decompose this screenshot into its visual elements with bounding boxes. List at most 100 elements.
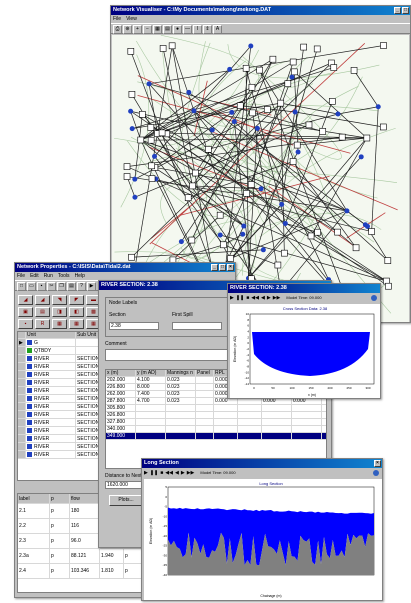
network-node[interactable] bbox=[292, 109, 298, 115]
minimize-button[interactable]: _ bbox=[394, 7, 401, 14]
palette-unit-icon[interactable]: ◤ bbox=[69, 295, 84, 305]
fast-forward-icon[interactable]: ▶▶ bbox=[273, 295, 281, 303]
close-button[interactable]: × bbox=[374, 460, 381, 467]
row-selector[interactable] bbox=[18, 451, 26, 458]
network-node[interactable] bbox=[260, 247, 266, 253]
table-row[interactable]: 349.000 bbox=[106, 433, 326, 440]
table-cell[interactable] bbox=[214, 426, 238, 432]
column-header[interactable]: x (m) bbox=[106, 370, 136, 376]
network-node[interactable] bbox=[158, 129, 166, 137]
network-node[interactable] bbox=[334, 228, 341, 236]
table-cell[interactable]: 4.100 bbox=[136, 377, 166, 383]
network-node[interactable] bbox=[189, 182, 196, 190]
line-icon[interactable]: — bbox=[183, 25, 192, 34]
distance-field[interactable]: 1620.000 bbox=[105, 481, 145, 489]
table-cell[interactable]: 7.400 bbox=[136, 391, 166, 397]
network-node[interactable] bbox=[305, 121, 313, 129]
row-selector[interactable] bbox=[18, 355, 26, 362]
network-node[interactable] bbox=[242, 64, 250, 72]
table-cell[interactable]: 340.000 bbox=[106, 426, 136, 432]
rewind-icon[interactable]: ◀◀ bbox=[251, 295, 259, 303]
table-cell[interactable] bbox=[262, 419, 292, 425]
table-cell[interactable] bbox=[166, 412, 196, 418]
stop-icon[interactable]: ■ bbox=[160, 470, 163, 478]
row-selector[interactable] bbox=[18, 347, 26, 354]
cut-icon[interactable]: ✂ bbox=[47, 282, 56, 291]
text-icon[interactable]: A bbox=[213, 25, 222, 34]
network-node[interactable] bbox=[129, 126, 135, 132]
info-icon[interactable] bbox=[371, 295, 377, 301]
network-node[interactable] bbox=[269, 55, 277, 63]
table-cell[interactable] bbox=[262, 426, 292, 432]
table-cell[interactable]: 0.023 bbox=[166, 391, 196, 397]
row-selector[interactable] bbox=[18, 427, 26, 434]
table-cell[interactable] bbox=[196, 426, 214, 432]
step-back-icon[interactable]: ◀ bbox=[261, 295, 265, 303]
plots-button[interactable]: Plots... bbox=[109, 495, 143, 506]
network-node[interactable] bbox=[277, 99, 285, 107]
network-node[interactable] bbox=[352, 244, 360, 252]
table-cell[interactable] bbox=[238, 426, 262, 432]
network-node[interactable] bbox=[128, 91, 136, 98]
network-node[interactable] bbox=[248, 83, 256, 91]
network-node[interactable] bbox=[209, 127, 215, 133]
grid-icon[interactable]: ▦ bbox=[153, 25, 162, 34]
table-cell[interactable] bbox=[196, 391, 214, 397]
network-node[interactable] bbox=[132, 176, 138, 182]
network-node[interactable] bbox=[139, 111, 146, 118]
table-cell[interactable] bbox=[238, 419, 262, 425]
table-cell[interactable] bbox=[166, 433, 196, 439]
network-node[interactable] bbox=[216, 211, 224, 219]
table-row[interactable]: 327.800 bbox=[106, 419, 326, 426]
network-node[interactable] bbox=[293, 141, 301, 149]
network-node[interactable] bbox=[282, 220, 288, 226]
palette-unit-icon[interactable]: ◥ bbox=[52, 295, 67, 305]
row-selector[interactable] bbox=[18, 435, 26, 442]
row-selector[interactable] bbox=[18, 443, 26, 450]
table-cell[interactable] bbox=[136, 412, 166, 418]
network-node[interactable] bbox=[281, 249, 288, 257]
table-cell[interactable] bbox=[238, 433, 262, 439]
help-icon[interactable]: ? bbox=[77, 282, 86, 291]
network-node[interactable] bbox=[186, 89, 192, 95]
network-node[interactable] bbox=[243, 190, 250, 197]
zoom-fit-icon[interactable]: ⊕ bbox=[123, 25, 132, 34]
table-cell[interactable] bbox=[238, 412, 262, 418]
network-node[interactable] bbox=[128, 253, 135, 261]
table-cell[interactable]: 0.023 bbox=[166, 398, 196, 404]
network-node[interactable] bbox=[289, 74, 295, 80]
table-cell[interactable] bbox=[214, 419, 238, 425]
network-node[interactable] bbox=[380, 123, 387, 131]
palette-unit-icon[interactable]: ▦ bbox=[52, 319, 67, 329]
column-header[interactable]: Mannings n bbox=[166, 370, 196, 376]
table-cell[interactable]: 226.800 bbox=[106, 384, 136, 390]
network-node[interactable] bbox=[147, 124, 155, 131]
network-node[interactable] bbox=[274, 261, 282, 269]
rewind-icon[interactable]: ◀◀ bbox=[165, 470, 173, 478]
network-node[interactable] bbox=[205, 145, 212, 153]
table-cell[interactable] bbox=[136, 426, 166, 432]
network-node[interactable] bbox=[241, 223, 247, 229]
table-cell[interactable]: 0.023 bbox=[166, 384, 196, 390]
first-spill-field[interactable] bbox=[172, 322, 222, 330]
table-row[interactable]: 2.3a p 88.121 1.940 p bbox=[18, 549, 146, 564]
zoom-in-icon[interactable]: + bbox=[133, 25, 142, 34]
palette-unit-icon[interactable]: ◨ bbox=[52, 307, 67, 317]
network-node[interactable] bbox=[159, 45, 167, 52]
network-node[interactable] bbox=[350, 67, 358, 74]
table-cell[interactable] bbox=[262, 433, 292, 439]
network-node[interactable] bbox=[263, 106, 271, 113]
table-icon[interactable]: ▤ bbox=[163, 25, 172, 34]
close-button[interactable]: × bbox=[227, 264, 234, 271]
palette-unit-icon[interactable]: ▦ bbox=[69, 319, 84, 329]
table-cell[interactable]: 262.000 bbox=[106, 391, 136, 397]
table-cell[interactable] bbox=[292, 405, 322, 411]
network-node[interactable] bbox=[128, 108, 134, 114]
network-node[interactable] bbox=[148, 162, 156, 170]
network-node[interactable] bbox=[289, 58, 297, 66]
table-cell[interactable] bbox=[238, 405, 262, 411]
new-file-icon[interactable]: □ bbox=[17, 282, 26, 291]
row-selector[interactable] bbox=[18, 411, 26, 418]
network-node[interactable] bbox=[148, 175, 156, 182]
palette-unit-icon[interactable]: ▣ bbox=[18, 307, 33, 317]
